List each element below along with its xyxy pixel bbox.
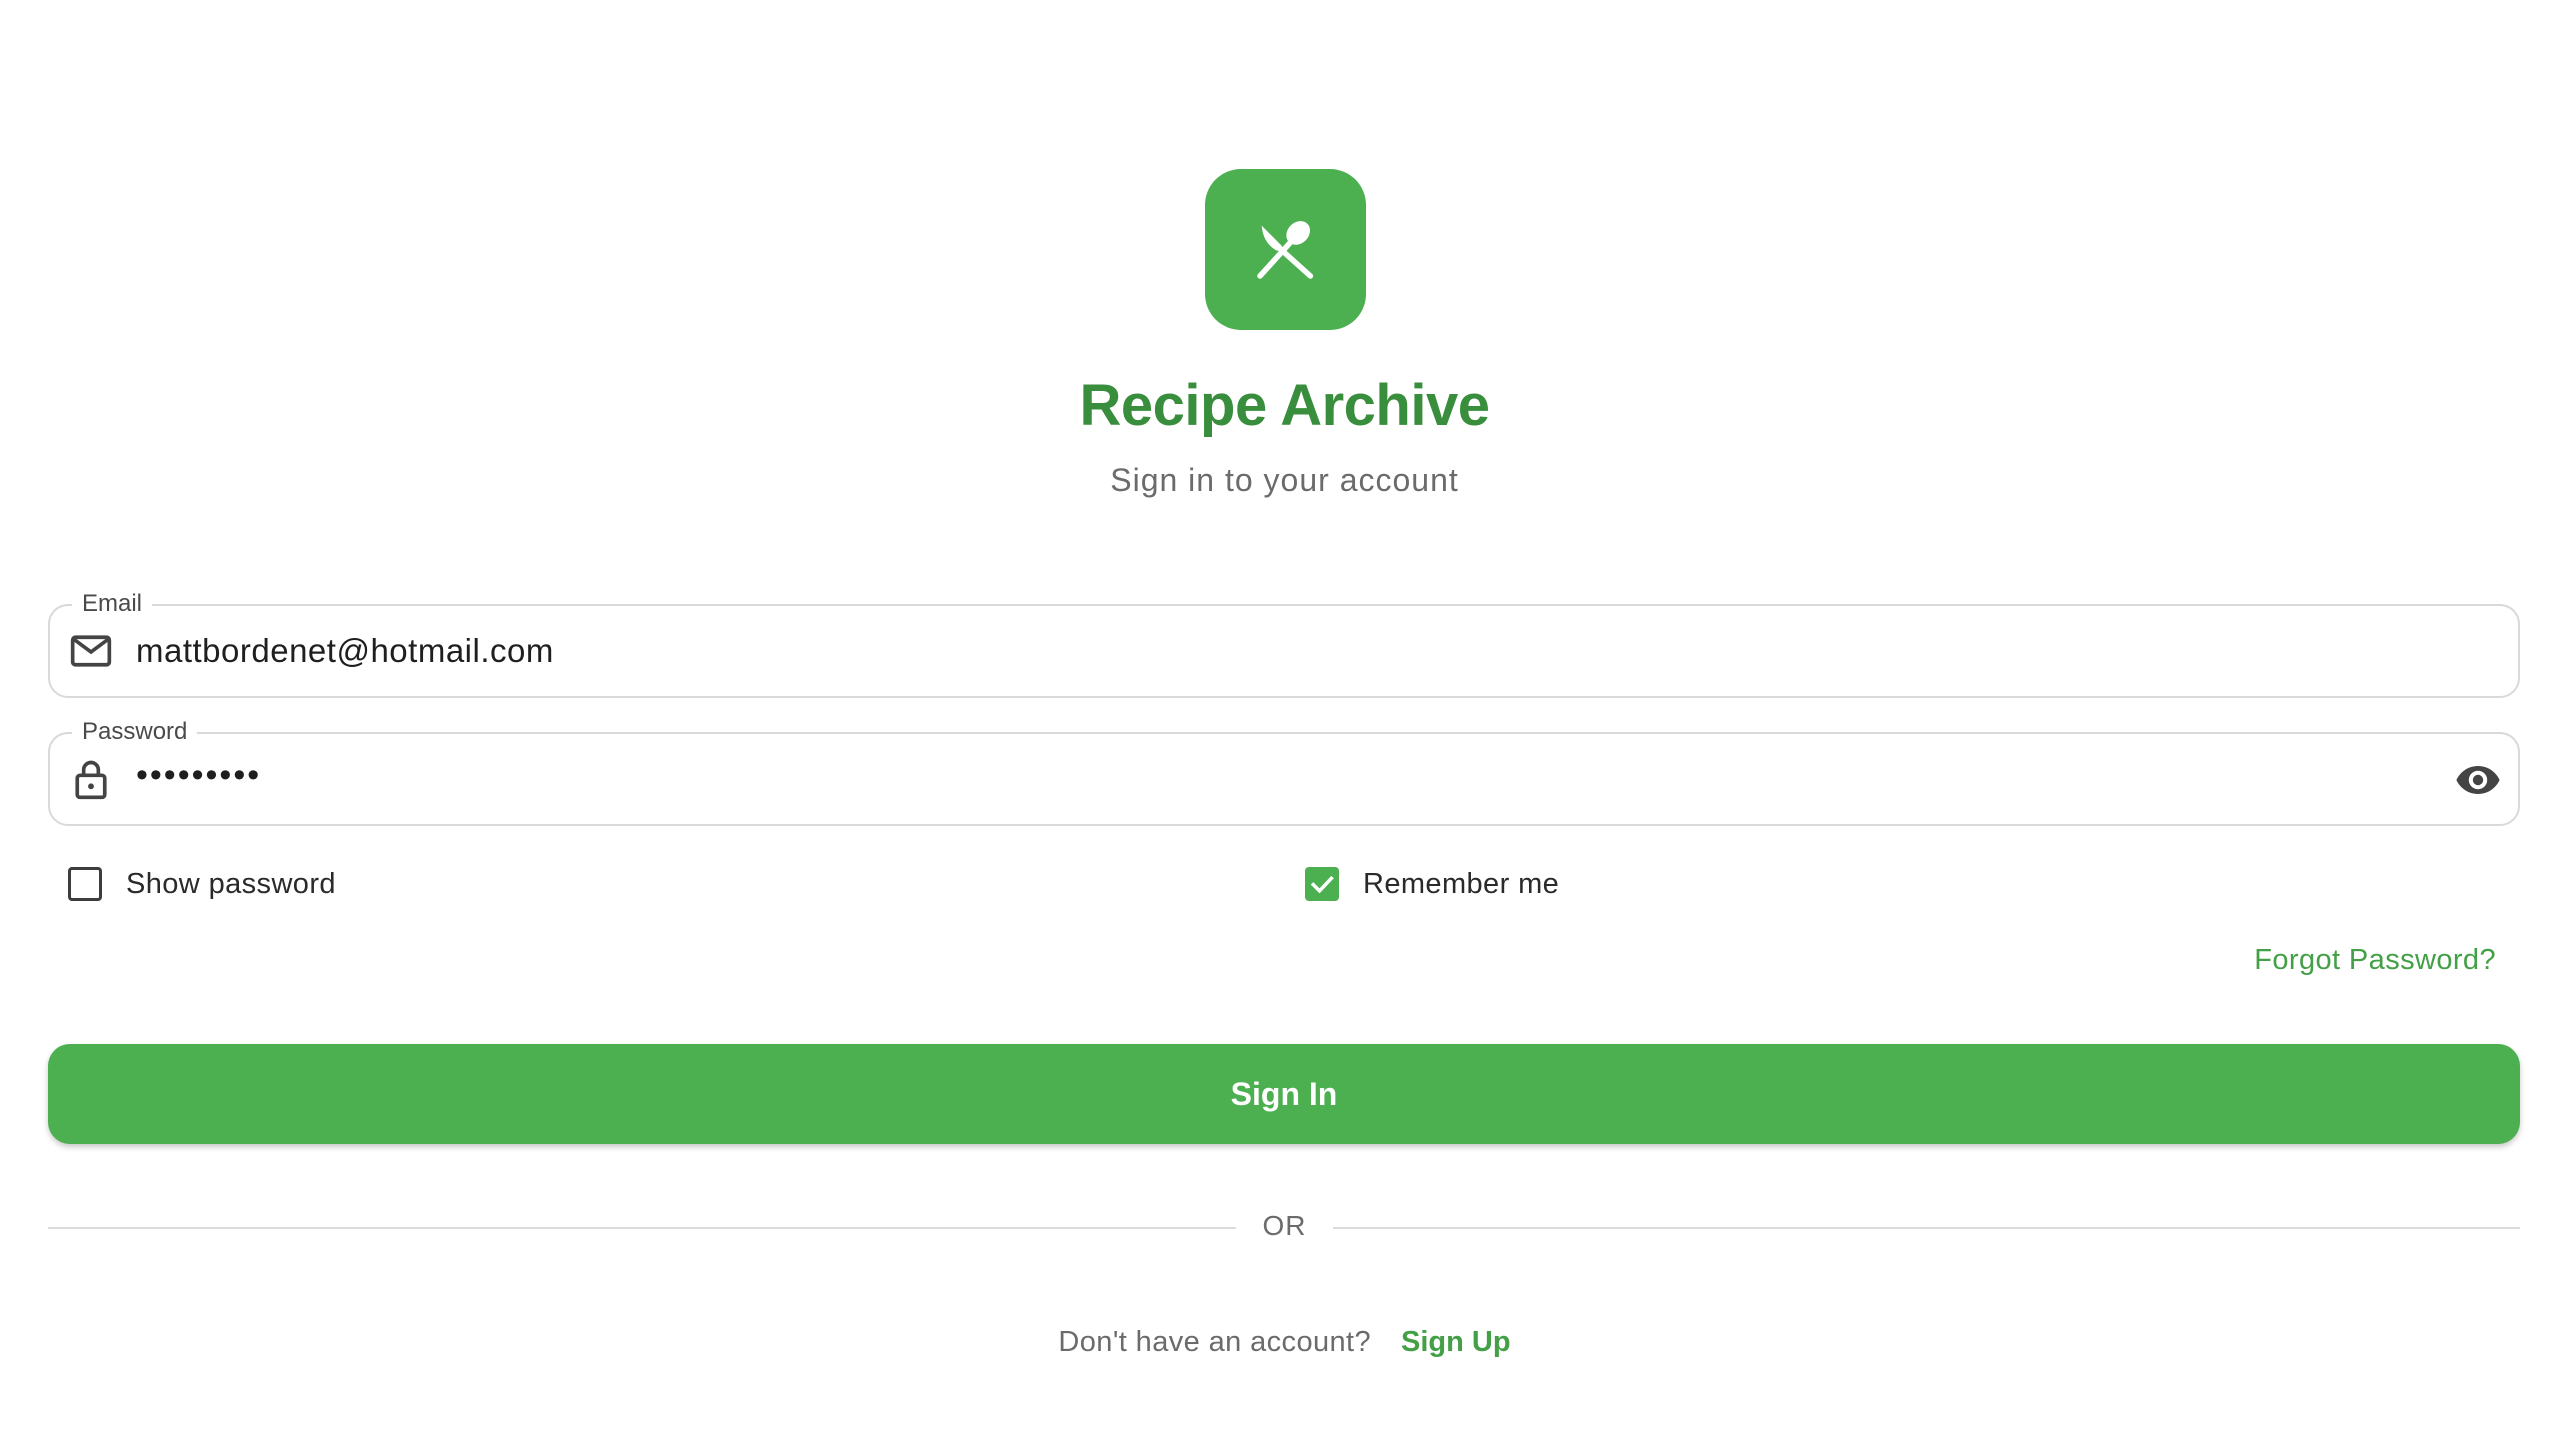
checkbox-empty-icon[interactable]: [68, 867, 102, 901]
email-field[interactable]: Email mattbordenet@hotmail.com: [48, 590, 2520, 698]
sign-in-button[interactable]: Sign In: [48, 1044, 2520, 1144]
app-logo: [1205, 169, 1366, 330]
remember-me-checkbox[interactable]: Remember me: [1305, 862, 1559, 906]
checkbox-checked-icon[interactable]: [1305, 867, 1339, 901]
eye-icon: [2456, 766, 2500, 794]
sign-up-link[interactable]: Sign Up: [1401, 1326, 1511, 1359]
show-password-label: Show password: [126, 867, 336, 900]
signup-prompt: Don't have an account?: [1058, 1326, 1372, 1358]
toggle-visibility-button[interactable]: [2452, 754, 2504, 806]
forgot-password-link[interactable]: Forgot Password?: [2254, 944, 2496, 977]
divider-line-right: [1333, 1227, 2520, 1229]
login-page: Recipe Archive Sign in to your account E…: [0, 0, 2560, 1440]
password-input[interactable]: •••••••••: [136, 730, 261, 820]
divider-line-left: [48, 1227, 1236, 1229]
sign-in-label: Sign In: [1230, 1075, 1338, 1112]
email-input[interactable]: mattbordenet@hotmail.com: [136, 606, 554, 696]
divider-or-text: OR: [1262, 1210, 1307, 1241]
show-password-checkbox[interactable]: Show password: [68, 862, 336, 906]
app-title: Recipe Archive: [1079, 373, 1490, 438]
fork-spoon-icon: [1256, 220, 1313, 279]
app-subtitle: Sign in to your account: [1110, 462, 1459, 498]
remember-me-label: Remember me: [1363, 867, 1560, 900]
signup-row: Don't have an account? Sign Up: [0, 1326, 2560, 1359]
password-field[interactable]: Password •••••••••: [48, 718, 2520, 826]
lock-icon: [68, 756, 114, 802]
mail-icon: [68, 628, 114, 674]
